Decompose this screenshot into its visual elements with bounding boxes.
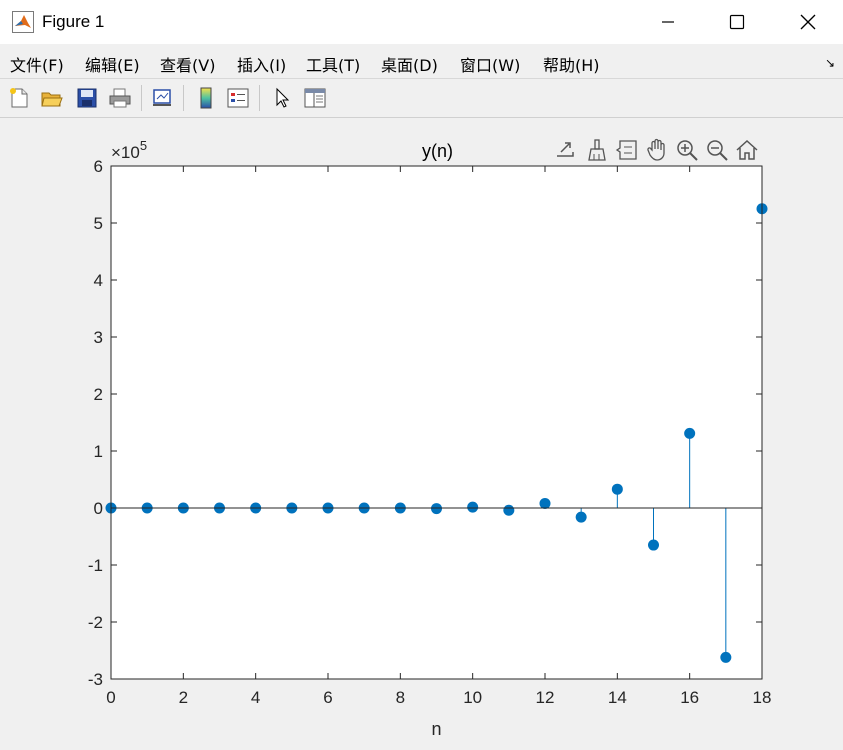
stem-marker[interactable] (539, 497, 551, 509)
stem-marker[interactable] (720, 651, 732, 663)
y-tick-label: 4 (94, 271, 103, 290)
maximize-icon (729, 14, 745, 30)
y-tick-label: 3 (94, 328, 103, 347)
menu-edit[interactable]: 编辑(E) (85, 52, 140, 76)
y-tick-label: 0 (94, 499, 103, 518)
x-tick-label: 6 (323, 688, 332, 707)
y-tick-label: -3 (88, 670, 103, 689)
menu-help[interactable]: 帮助(H) (543, 52, 600, 76)
y-tick-label: -2 (88, 613, 103, 632)
window-title: Figure 1 (42, 12, 105, 31)
title-bar: Figure 1 (0, 0, 843, 44)
close-button[interactable] (780, 0, 836, 44)
y-exponent-label: ×105 (111, 138, 147, 162)
pan-icon[interactable] (644, 137, 670, 163)
menu-desktop[interactable]: 桌面(D) (381, 52, 438, 76)
exponent-base: ×10 (111, 143, 140, 162)
x-tick-label: 4 (251, 688, 260, 707)
toolbar-separator (183, 85, 184, 111)
matlab-icon (12, 11, 34, 33)
export-icon[interactable] (553, 137, 579, 163)
brush-icon[interactable] (584, 137, 610, 163)
property-inspector-icon[interactable] (301, 84, 329, 112)
x-tick-label: 16 (680, 688, 699, 707)
new-figure-icon[interactable] (5, 84, 33, 112)
menu-view[interactable]: 查看(V) (160, 52, 215, 76)
stem-marker[interactable] (503, 504, 515, 516)
open-file-icon[interactable] (38, 84, 66, 112)
x-tick-label: 14 (608, 688, 627, 707)
toolbar-separator (259, 85, 260, 111)
zoom-out-icon[interactable] (704, 137, 730, 163)
menu-file[interactable]: 文件(F) (10, 52, 64, 76)
print-icon[interactable] (106, 84, 134, 112)
close-icon (800, 14, 816, 30)
y-tick-label: 2 (94, 385, 103, 404)
home-icon[interactable] (734, 137, 760, 163)
stem-marker[interactable] (467, 501, 479, 513)
x-tick-label: 8 (396, 688, 405, 707)
axes-background[interactable] (111, 166, 762, 679)
stem-marker[interactable] (648, 539, 659, 551)
minimize-button[interactable] (640, 0, 696, 44)
minimize-icon (662, 21, 674, 23)
menu-window[interactable]: 窗口(W) (460, 52, 520, 76)
stem-marker[interactable] (575, 511, 587, 523)
x-tick-label: 18 (753, 688, 772, 707)
save-icon[interactable] (73, 84, 101, 112)
data-tips-icon[interactable] (614, 137, 640, 163)
maximize-button[interactable] (709, 0, 765, 44)
stem-marker[interactable] (684, 427, 696, 439)
legend-icon[interactable] (224, 84, 252, 112)
figure-toolbar (0, 79, 843, 118)
y-tick-label: -1 (88, 556, 103, 575)
x-tick-label: 12 (536, 688, 555, 707)
colorbar-icon[interactable] (192, 84, 220, 112)
chart-title: y(n) (422, 141, 453, 161)
toolbar-separator (141, 85, 142, 111)
menu-tools[interactable]: 工具(T) (306, 52, 360, 76)
zoom-in-icon[interactable] (674, 137, 700, 163)
stem-marker[interactable] (431, 503, 442, 515)
menu-insert[interactable]: 插入(I) (237, 52, 286, 76)
menu-bar: 文件(F) 编辑(E) 查看(V) 插入(I) 工具(T) 桌面(D) 窗口(W… (0, 44, 843, 79)
x-axis-label: n (431, 719, 441, 739)
dock-arrow-icon[interactable]: ↘ (825, 56, 835, 70)
y-tick-label: 5 (94, 214, 103, 233)
link-plot-icon[interactable] (148, 84, 176, 112)
stem-marker[interactable] (611, 483, 623, 495)
edit-plot-icon[interactable] (268, 84, 296, 112)
stem-chart: 0 2 4 6 8 10 12 14 16 18 -3-2-10123456 y(n) n ×10… (88, 138, 772, 739)
y-tick-label: 1 (94, 442, 103, 461)
exponent-power: 5 (140, 138, 147, 153)
x-tick-label: 10 (463, 688, 482, 707)
x-tick-label: 2 (179, 688, 188, 707)
x-tick-label: 0 (106, 688, 115, 707)
y-tick-label: 6 (94, 157, 103, 176)
